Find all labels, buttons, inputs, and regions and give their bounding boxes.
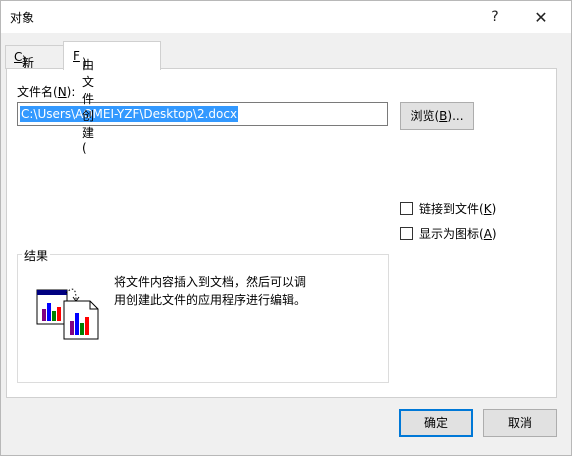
help-icon: ? — [491, 9, 499, 25]
dialog-title: 对象 — [10, 11, 35, 25]
tab-create-from-file-label: 由文件创建(F) — [73, 49, 95, 155]
cancel-button[interactable]: 取消 — [483, 409, 557, 437]
close-icon: ✕ — [534, 7, 548, 27]
object-dialog: 对象 ? ✕ 新建(C) 由文件创建(F) 文件名(N): C:\Users\A… — [0, 0, 572, 456]
embed-file-icon — [36, 288, 99, 340]
close-button[interactable]: ✕ — [519, 1, 563, 33]
link-to-file-label: 链接到文件(K) — [419, 202, 497, 216]
link-to-file-checkbox-box[interactable] — [400, 202, 413, 215]
title-bar: 对象 ? ✕ — [1, 1, 571, 33]
link-to-file-checkbox[interactable]: 链接到文件(K) — [400, 200, 496, 217]
tab-create-new-label: 新建(C) — [14, 50, 35, 102]
result-label: 结果 — [22, 247, 51, 264]
browse-button[interactable]: 浏览(B)... — [400, 102, 474, 130]
display-as-icon-checkbox[interactable]: 显示为图标(A) — [400, 225, 497, 242]
result-description-line2: 用创建此文件的应用程序进行编辑。 — [114, 293, 307, 307]
filename-label: 文件名(N): — [17, 85, 76, 99]
tab-create-from-file[interactable]: 由文件创建(F) — [63, 41, 161, 155]
result-group: 结果 将文件内容插入到文档，然后可以调 用创建此文件的应用程序进行编辑。 — [17, 247, 389, 383]
result-description: 将文件内容插入到文档，然后可以调 用创建此文件的应用程序进行编辑。 — [114, 273, 354, 309]
display-as-icon-label: 显示为图标(A) — [419, 227, 497, 241]
ok-button[interactable]: 确定 — [399, 409, 473, 437]
tab-create-new[interactable]: 新建(C) — [5, 45, 65, 102]
display-as-icon-checkbox-box[interactable] — [400, 227, 413, 240]
filename-input[interactable]: C:\Users\AOMEI-YZF\Desktop\2.docx — [17, 102, 388, 126]
filename-value: C:\Users\AOMEI-YZF\Desktop\2.docx — [20, 106, 239, 122]
help-button[interactable]: ? — [473, 1, 517, 33]
result-description-line1: 将文件内容插入到文档，然后可以调 — [114, 275, 307, 289]
